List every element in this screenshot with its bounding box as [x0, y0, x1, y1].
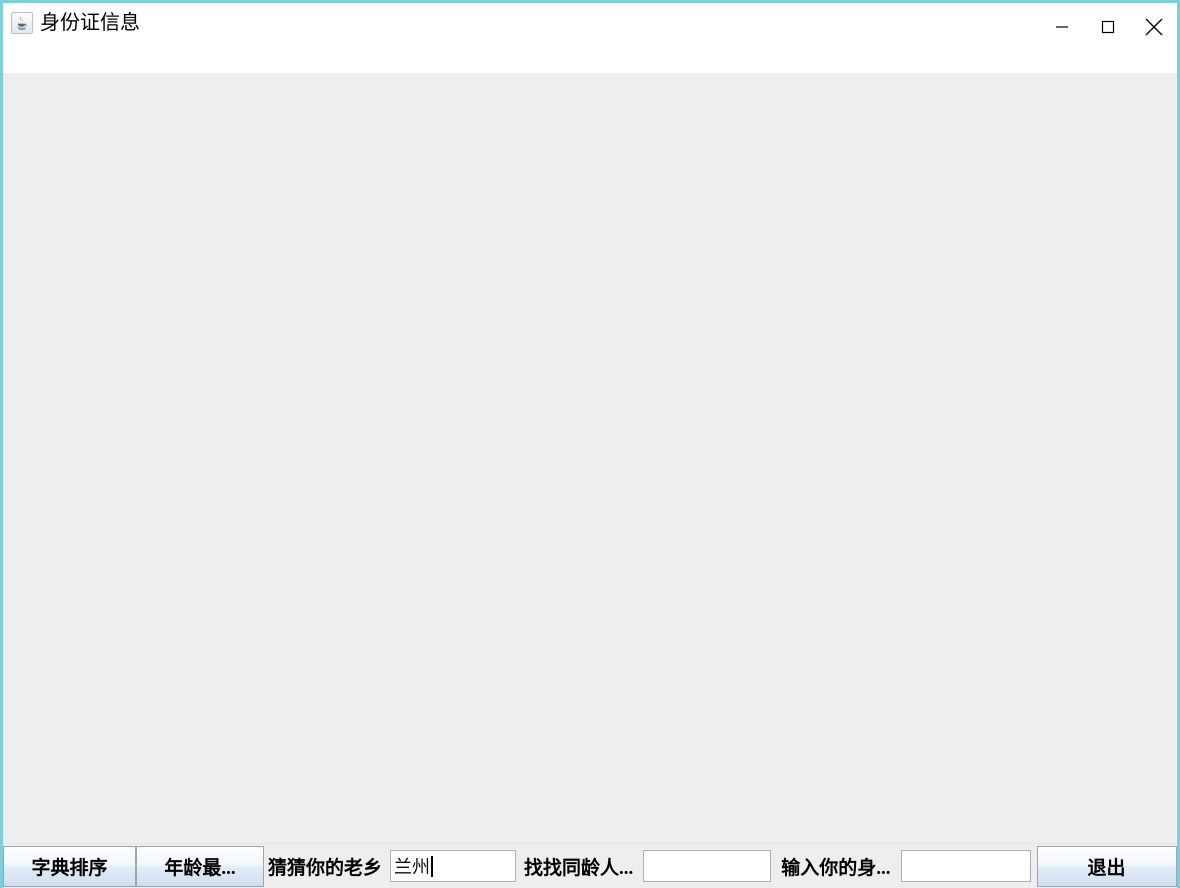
window-controls [1039, 3, 1177, 51]
minimize-icon [1051, 16, 1073, 38]
quit-button[interactable]: 退出 [1036, 845, 1177, 887]
close-icon [1141, 14, 1167, 40]
minimize-button[interactable] [1039, 3, 1085, 51]
same-age-label: 找找同龄人... [524, 857, 634, 879]
dictionary-sort-button[interactable]: 字典排序 [3, 845, 136, 887]
bottom-toolbar: 字典排序 年龄最... 猜猜你的老乡 兰州 找找同龄人... 输入你的身... … [3, 843, 1177, 888]
hometown-input[interactable]: 兰州 [390, 850, 517, 882]
hometown-label: 猜猜你的老乡 [268, 857, 383, 879]
same-age-input[interactable] [643, 850, 772, 882]
title-bar-left: 身份证信息 [3, 3, 140, 34]
window-title: 身份证信息 [40, 12, 140, 34]
text-caret [431, 855, 434, 877]
maximize-icon [1097, 16, 1119, 38]
id-number-label: 输入你的身... [781, 857, 891, 879]
close-button[interactable] [1131, 3, 1177, 51]
title-bar: 身份证信息 [3, 3, 1177, 73]
java-coffee-cup-icon [11, 12, 33, 34]
hometown-input-value: 兰州 [394, 857, 431, 877]
maximize-button[interactable] [1085, 3, 1131, 51]
main-content-panel [3, 73, 1177, 843]
application-window: 身份证信息 字典排序 年龄最... 猜猜你的老乡 兰州 找找同龄人... 输入你… [0, 0, 1180, 888]
id-number-input[interactable] [900, 850, 1031, 882]
age-extreme-button[interactable]: 年龄最... [136, 845, 264, 887]
